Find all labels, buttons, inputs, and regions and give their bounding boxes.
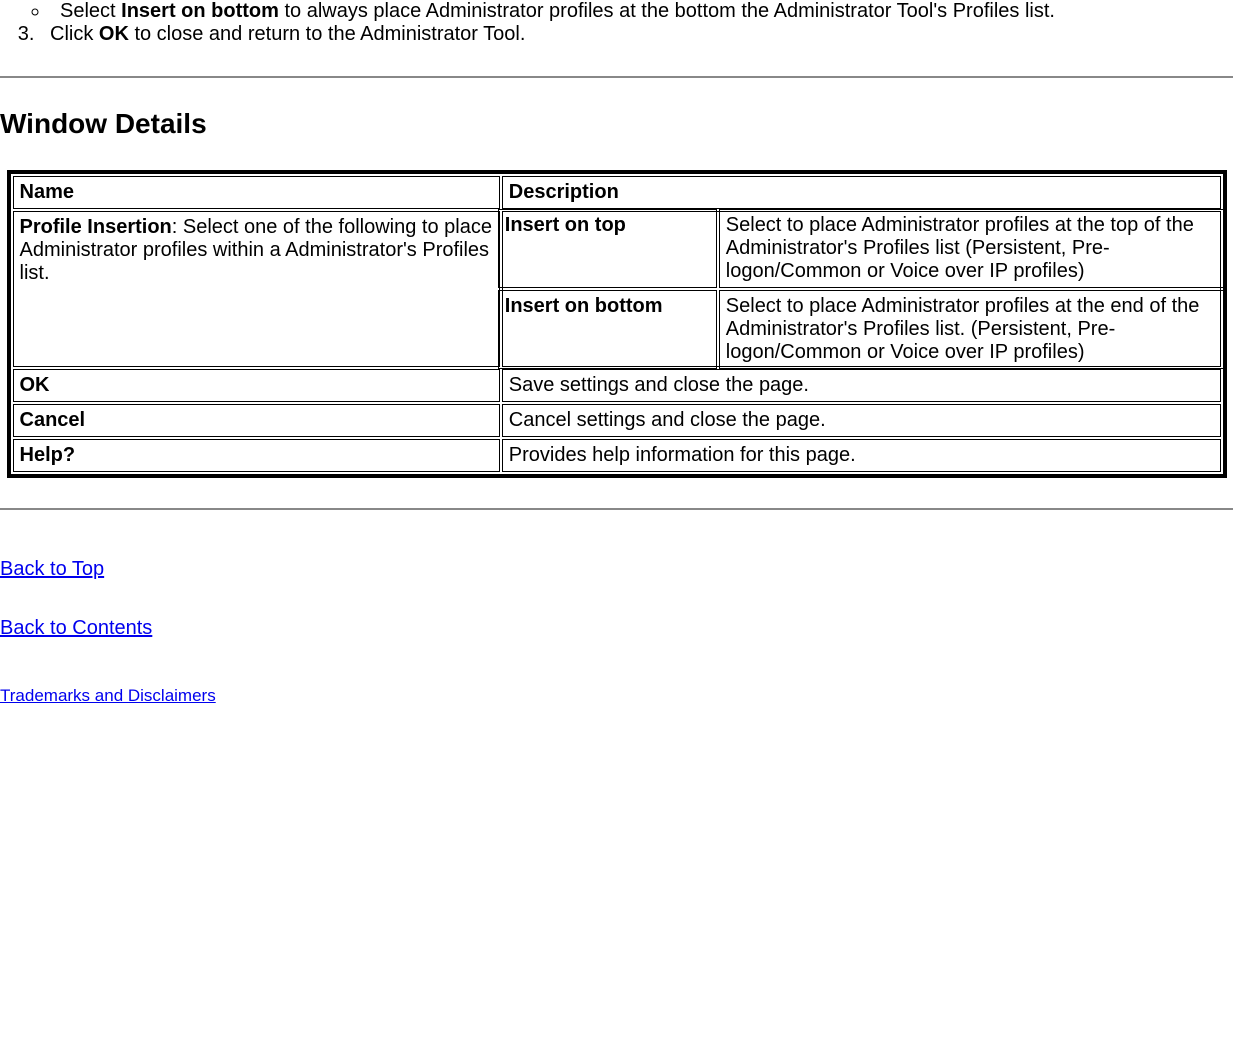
sub-bullet-prefix: Select	[60, 0, 121, 22]
table-row-profile-insertion: Profile Insertion: Select one of the fol…	[13, 211, 1221, 367]
cell-cancel-desc: Cancel settings and close the page.	[502, 404, 1221, 437]
cell-ok-desc: Save settings and close the page.	[502, 369, 1221, 402]
cell-profile-insertion-name: Profile Insertion: Select one of the fol…	[13, 211, 500, 367]
step3-prefix: Click	[50, 23, 99, 45]
cell-ok-name: OK	[13, 369, 500, 402]
section-divider-bottom	[0, 508, 1233, 510]
step3-bold: OK	[99, 23, 129, 45]
profile-insertion-label: Profile Insertion	[20, 216, 172, 238]
col-header-description: Description	[502, 176, 1221, 209]
sub-bullet-bold: Insert on bottom	[121, 0, 279, 22]
section-divider-top	[0, 76, 1233, 78]
col-header-name: Name	[13, 176, 500, 209]
section-heading-window-details: Window Details	[0, 108, 1233, 140]
table-row-ok: OK Save settings and close the page.	[13, 369, 1221, 402]
cell-insert-on-top-desc: Select to place Administrator profiles a…	[719, 209, 1225, 288]
table-row-help: Help? Provides help information for this…	[13, 439, 1221, 472]
subtable-row-insert-on-top: Insert on top Select to place Administra…	[498, 209, 1225, 288]
step3-suffix: to close and return to the Administrator…	[129, 23, 526, 45]
table-header-row: Name Description	[13, 176, 1221, 209]
table-row-cancel: Cancel Cancel settings and close the pag…	[13, 404, 1221, 437]
cell-insert-on-bottom-desc: Select to place Administrator profiles a…	[719, 290, 1225, 369]
cell-profile-insertion-desc: Insert on top Select to place Administra…	[502, 211, 1221, 367]
window-details-table: Name Description Profile Insertion: Sele…	[7, 170, 1227, 478]
cell-insert-on-bottom-name: Insert on bottom	[498, 290, 717, 369]
sub-bullet-suffix: to always place Administrator profiles a…	[279, 0, 1055, 22]
cell-help-desc: Provides help information for this page.	[502, 439, 1221, 472]
cell-cancel-name: Cancel	[13, 404, 500, 437]
instruction-sub-bullet: Select Insert on bottom to always place …	[50, 0, 1233, 23]
link-back-to-top[interactable]: Back to Top	[0, 558, 104, 581]
cell-help-name: Help?	[13, 439, 500, 472]
instruction-step-3: Click OK to close and return to the Admi…	[40, 23, 1233, 46]
link-trademarks-disclaimers[interactable]: Trademarks and Disclaimers	[0, 686, 216, 706]
link-back-to-contents[interactable]: Back to Contents	[0, 617, 152, 640]
cell-insert-on-top-name: Insert on top	[498, 209, 717, 288]
profile-insertion-subtable: Insert on top Select to place Administra…	[496, 207, 1227, 371]
subtable-row-insert-on-bottom: Insert on bottom Select to place Adminis…	[498, 290, 1225, 369]
